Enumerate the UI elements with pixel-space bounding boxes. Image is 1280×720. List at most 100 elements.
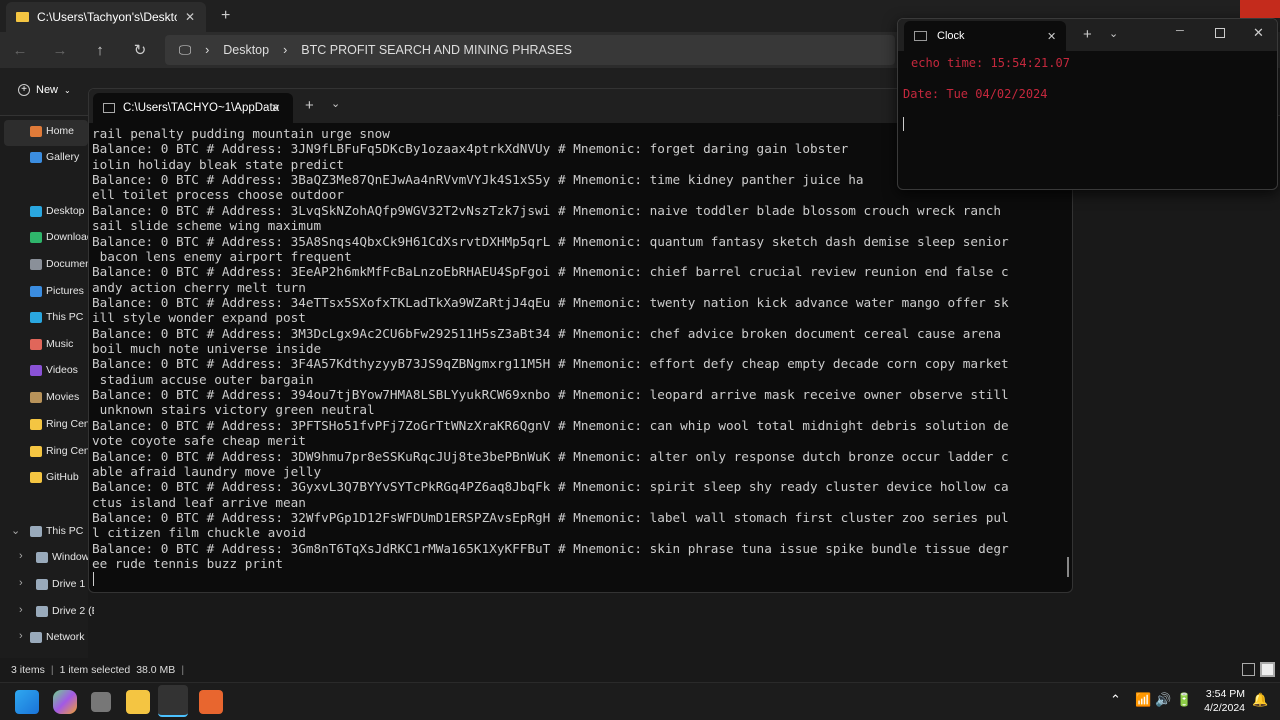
folder-icon — [30, 418, 42, 430]
text-cursor — [93, 572, 94, 586]
clock-tab[interactable]: Clock ✕ — [904, 21, 1066, 51]
document-icon — [30, 258, 42, 270]
tree-item[interactable]: Drive 2 (E:) — [36, 605, 94, 617]
terminal-line: ell toilet process choose outdoor — [92, 187, 345, 203]
taskbar: ⌃ 📶 🔊 🔋 3:54 PM 4/2/2024 🔔 — [0, 682, 1280, 720]
sidebar-item[interactable]: Videos — [30, 364, 88, 376]
terminal-line: Balance: 0 BTC # Address: 34eTTsx5SXofxT… — [92, 294, 1009, 310]
home-icon — [30, 125, 42, 137]
sidebar-item[interactable]: Movies — [30, 391, 88, 403]
sidebar-item-label: Ring Central — [46, 418, 88, 430]
sidebar-item[interactable]: Downloads — [30, 231, 88, 243]
sidebar-item-label: Documents — [46, 258, 88, 270]
chevron-icon: › — [205, 43, 210, 57]
notification-bell-icon[interactable]: 🔔 — [1252, 692, 1268, 708]
terminal-taskbar-icon[interactable] — [158, 685, 188, 717]
close-tab-icon[interactable]: ✕ — [271, 101, 281, 115]
selected-count: 1 item selected — [59, 664, 131, 676]
sidebar-item[interactable]: Desktop — [30, 205, 88, 217]
terminal-line: Balance: 0 BTC # Address: 3DW9hmu7pr8eSS… — [92, 448, 1009, 464]
desktop-icon — [30, 205, 42, 217]
sidebar-item[interactable]: Documents — [30, 258, 88, 270]
new-button[interactable]: + New ⌄ — [18, 84, 71, 96]
sidebar-item-label: Videos — [46, 364, 78, 376]
minimize-icon[interactable]: ─ — [1176, 25, 1184, 37]
tree-item[interactable]: This PC — [30, 525, 88, 537]
music-icon — [30, 338, 42, 350]
wifi-icon[interactable]: 📶 — [1135, 692, 1151, 708]
terminal-line: Balance: 0 BTC # Address: 3PFTSHo51fvPFj… — [92, 417, 1009, 433]
terminal-line: Balance: 0 BTC # Address: 3M3DcLgx9Ac2CU… — [92, 325, 1001, 341]
close-tab-icon[interactable]: ✕ — [1047, 30, 1056, 43]
explorer-sidebar: Home Gallery Desktop Downloads Documents Pict… — [0, 116, 94, 658]
close-tab-icon[interactable]: ✕ — [185, 10, 195, 24]
folder-icon — [30, 471, 42, 483]
system-clock[interactable]: 3:54 PM 4/2/2024 — [1200, 687, 1245, 715]
new-tab-icon[interactable]: + — [1083, 26, 1092, 43]
tree-item[interactable]: Windows — [36, 551, 94, 563]
file-explorer-icon[interactable] — [126, 690, 150, 714]
copilot-icon[interactable] — [53, 690, 77, 714]
folder-icon — [30, 391, 42, 403]
terminal-line: Balance: 0 BTC # Address: 35A8Snqs4QbxCk… — [92, 233, 1009, 249]
explorer-close-icon[interactable] — [1240, 0, 1280, 18]
chevron-down-icon[interactable]: ⌄ — [331, 97, 340, 110]
up-icon[interactable]: ↑ — [80, 42, 120, 59]
download-icon — [30, 231, 42, 243]
tree-item-label: Drive 2 (E:) — [52, 605, 94, 617]
back-icon[interactable]: ← — [0, 42, 40, 59]
tiles-view-icon[interactable] — [1260, 662, 1275, 677]
explorer-tab-title: C:\Users\Tachyon's\Desktop\B — [37, 10, 177, 24]
battery-icon[interactable]: 🔋 — [1176, 692, 1192, 708]
breadcrumb-folder[interactable]: BTC PROFIT SEARCH AND MINING PHRASES — [301, 43, 572, 57]
folder-icon — [16, 12, 29, 22]
sidebar-item[interactable]: GitHub — [30, 471, 88, 483]
new-tab-icon[interactable]: + — [305, 97, 314, 114]
terminal-line: rail penalty pudding mountain urge snow — [92, 126, 390, 141]
sidebar-item[interactable]: Ring Central — [30, 418, 88, 430]
show-hidden-icons[interactable]: ⌃ — [1110, 692, 1121, 708]
sidebar-item[interactable]: Gallery — [30, 151, 88, 163]
sidebar-item[interactable]: Pictures — [30, 285, 88, 297]
volume-icon[interactable]: 🔊 — [1155, 692, 1171, 708]
scrollbar[interactable] — [1067, 557, 1069, 577]
text-cursor — [903, 117, 904, 131]
recorder-icon[interactable] — [199, 690, 223, 714]
chevron-right-icon[interactable]: › — [19, 630, 23, 642]
maximize-icon[interactable] — [1215, 28, 1225, 38]
chevron-right-icon[interactable]: › — [19, 604, 23, 616]
chevron-right-icon[interactable]: › — [19, 577, 23, 589]
details-view-icon[interactable] — [1242, 663, 1255, 676]
videos-icon — [30, 364, 42, 376]
drive-icon — [36, 551, 48, 563]
drive-icon — [36, 578, 48, 590]
tree-item[interactable]: Drive 1 — [36, 578, 94, 590]
sidebar-item-label: Pictures — [46, 285, 84, 297]
start-icon[interactable] — [15, 690, 39, 714]
tree-item-label: This PC — [46, 525, 84, 537]
explorer-tab[interactable]: C:\Users\Tachyon's\Desktop\B ✕ — [6, 2, 206, 32]
gallery-icon — [30, 151, 42, 163]
close-window-icon[interactable]: ✕ — [1253, 25, 1264, 41]
chevron-down-icon[interactable]: ⌄ — [11, 524, 20, 537]
tree-item[interactable]: Network — [30, 631, 88, 643]
task-view-icon[interactable] — [91, 692, 111, 712]
sidebar-item[interactable]: Ring Central — [30, 445, 88, 457]
address-bar[interactable]: 🖵 › Desktop › BTC PROFIT SEARCH AND MINI… — [165, 35, 895, 65]
clock-window[interactable]: Clock ✕ + ⌄ ─ ✕ echo time: 15:54:21.07 D… — [897, 18, 1278, 190]
sidebar-item[interactable]: This PC — [30, 311, 88, 323]
chevron-right-icon[interactable]: › — [19, 550, 23, 562]
clock-time: echo time: 15:54:21.07 — [911, 56, 1070, 70]
sidebar-item[interactable]: Music — [30, 338, 88, 350]
terminal-line: able afraid laundry move jelly — [92, 463, 322, 479]
terminal-line: vote coyote safe cheap merit — [92, 433, 306, 449]
chevron-down-icon[interactable]: ⌄ — [1109, 27, 1118, 40]
new-tab-icon[interactable]: + — [221, 7, 230, 25]
sidebar-item[interactable]: Home — [30, 125, 88, 137]
breadcrumb-desktop[interactable]: Desktop — [223, 43, 269, 57]
terminal-tab[interactable]: C:\Users\TACHYO~1\AppData ✕ — [93, 93, 293, 123]
refresh-icon[interactable]: ↻ — [120, 41, 160, 59]
sidebar-item-label: Downloads — [46, 231, 88, 243]
terminal-line: bacon lens enemy airport frequent — [92, 248, 352, 264]
forward-icon[interactable]: → — [40, 42, 80, 59]
